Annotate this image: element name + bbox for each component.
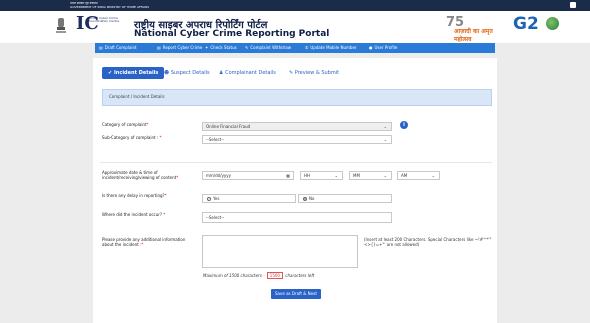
category-label: Category of complaint* bbox=[102, 122, 149, 127]
chevron-down-icon: ⌄ bbox=[383, 173, 387, 178]
chevron-down-icon: ⌄ bbox=[383, 124, 387, 129]
save-draft-next-button[interactable]: Save as Draft & Next bbox=[271, 289, 321, 299]
tab-suspect-details[interactable]: ☻ Suspect Details bbox=[164, 67, 210, 79]
star-icon: ✦ bbox=[205, 45, 209, 50]
subcategory-label: Sub-Category of complaint : * bbox=[102, 135, 162, 140]
accessibility-icon[interactable] bbox=[570, 2, 576, 8]
chevron-down-icon: ⌄ bbox=[431, 173, 435, 178]
main-navigation: ▤ Draft Complaint ▤ Report Cyber Crime ✦ Ch… bbox=[95, 43, 495, 53]
nav-update-mobile-number[interactable]: ✆ Update Mobile Number bbox=[305, 44, 357, 52]
calendar-icon: ▦ bbox=[286, 173, 290, 178]
section-title: Complaint / Incident Details bbox=[109, 94, 165, 99]
datetime-label: Approximate date & time of incident/rece… bbox=[102, 170, 179, 180]
where-label: Where did the incident occur? * bbox=[102, 212, 166, 217]
character-counter: Maximum of 1500 characters - 1500 charac… bbox=[203, 272, 315, 279]
tab-complainant-details[interactable]: ♟ Complainant Details bbox=[219, 67, 276, 79]
minute-select[interactable]: MM ⌄ bbox=[349, 171, 392, 180]
nav-check-status[interactable]: ✦ Check Status bbox=[205, 44, 237, 52]
national-emblem-icon bbox=[56, 18, 66, 33]
tab-incident-details[interactable]: ✔ Incident Details bbox=[102, 67, 165, 79]
chevron-down-icon: ⌄ bbox=[383, 137, 387, 142]
user-icon: ● bbox=[369, 45, 373, 50]
i4c-logo-text: Indian Cyber Crime Coordination Centre bbox=[89, 16, 120, 24]
subcategory-select[interactable]: --Select-- ⌄ bbox=[202, 135, 392, 144]
g20-logo: G2 bbox=[513, 14, 559, 34]
phone-icon: ✆ bbox=[305, 45, 309, 50]
radio-button-icon bbox=[207, 196, 211, 201]
document-icon: ▤ bbox=[99, 45, 103, 50]
edit-icon: ✎ bbox=[245, 45, 249, 50]
g20-text: G2 bbox=[513, 14, 539, 34]
document-icon: ▤ bbox=[157, 45, 161, 50]
delay-yes-radio[interactable]: Yes bbox=[202, 194, 296, 203]
hour-select[interactable]: HH ⌄ bbox=[300, 171, 343, 180]
nav-user-profile[interactable]: ● User Profile bbox=[369, 44, 397, 52]
tab-preview-submit[interactable]: ✎ Preview & Submit bbox=[289, 67, 339, 79]
globe-icon bbox=[546, 17, 559, 30]
section-header: Complaint / Incident Details bbox=[102, 89, 492, 106]
nav-draft-complaint[interactable]: ▤ Draft Complaint bbox=[99, 44, 137, 52]
chevron-down-icon: ⌄ bbox=[334, 173, 338, 178]
nav-complaint-withdraw[interactable]: ✎ Complaint Withdraw bbox=[245, 44, 291, 52]
gov-text-line2: GOVERNMENT OF INDIA MINISTRY OF HOME AFF… bbox=[70, 5, 150, 9]
character-count: 1500 bbox=[266, 272, 283, 279]
additional-info-textarea[interactable] bbox=[202, 235, 358, 268]
azadi-ka-amrit-mahotsav-logo: 75 आज़ादी का अमृत महोत्सव bbox=[446, 15, 506, 43]
azadi-text: आज़ादी का अमृत महोत्सव bbox=[454, 28, 493, 43]
divider bbox=[100, 162, 492, 163]
nav-report-cyber-crime[interactable]: ▤ Report Cyber Crime bbox=[157, 44, 202, 52]
i4c-logo: IC Indian Cyber Crime Coordination Centr… bbox=[76, 13, 126, 37]
info-icon[interactable]: i bbox=[400, 121, 408, 129]
government-bar: भारत सरकार गृह मंत्रालय GOVERNMENT OF IN… bbox=[0, 0, 590, 11]
incident-date-input[interactable]: mm/dd/yyyy ▦ bbox=[202, 171, 294, 180]
radio-button-icon bbox=[303, 196, 307, 201]
delay-label: Is there any delay in reporting?* bbox=[102, 193, 167, 198]
additional-info-label: Please provide any additional informatio… bbox=[102, 237, 186, 247]
character-hint: (Insert at least 200 Characters. Special… bbox=[364, 237, 492, 247]
where-select[interactable]: --Select-- bbox=[202, 212, 392, 223]
ampm-select[interactable]: AM ⌄ bbox=[397, 171, 440, 180]
category-select[interactable]: Online Financial Fraud ⌄ bbox=[202, 122, 392, 131]
delay-no-radio[interactable]: No bbox=[298, 194, 392, 203]
users-icon: ☻ bbox=[164, 70, 171, 76]
portal-title-english: National Cyber Crime Reporting Portal bbox=[134, 29, 330, 39]
